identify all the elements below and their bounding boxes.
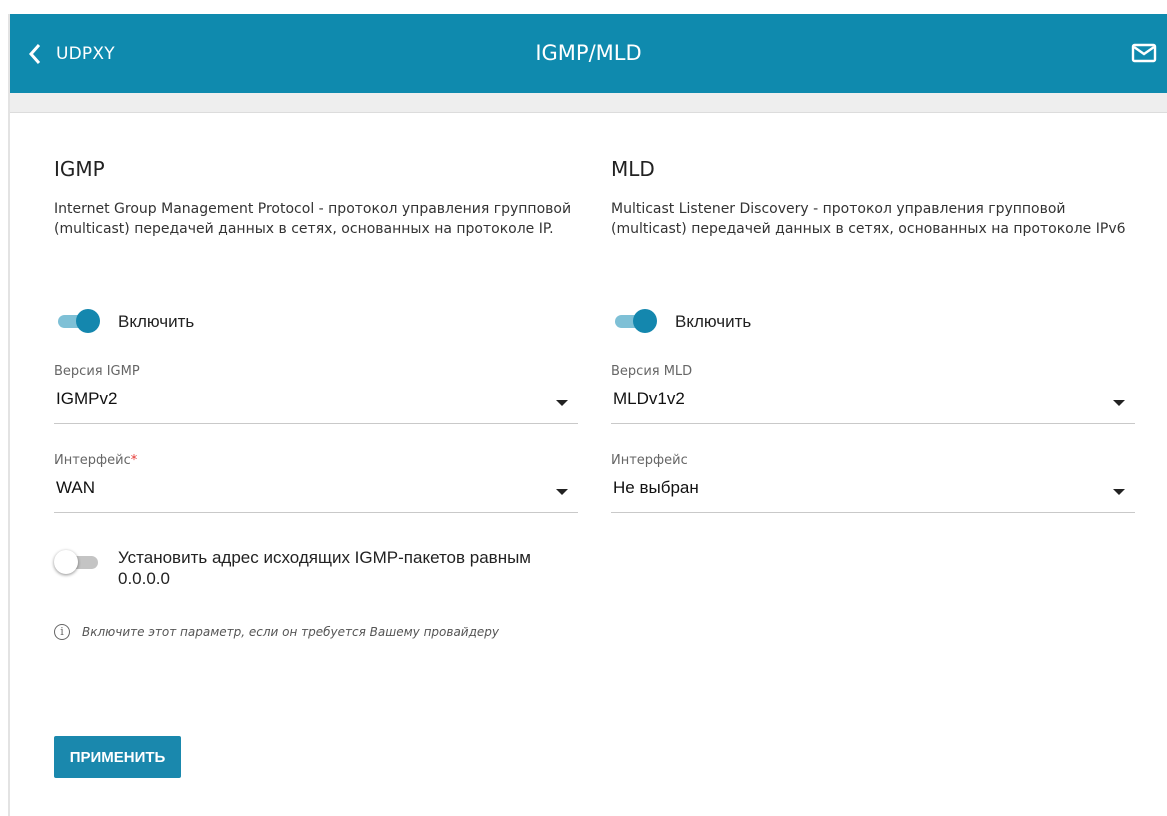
apply-button[interactable]: ПРИМЕНИТЬ	[54, 736, 181, 778]
mld-enable-label: Включить	[675, 311, 752, 331]
igmp-version-select[interactable]: IGMPv2	[54, 386, 578, 424]
required-marker: *	[130, 453, 138, 468]
switch-knob	[54, 550, 78, 574]
caret-down-icon	[1113, 400, 1125, 406]
igmp-description: Internet Group Management Protocol - про…	[54, 201, 572, 237]
page-border	[8, 14, 10, 816]
header-bar: UDPXY IGMP/MLD	[10, 14, 1167, 93]
switch-knob	[76, 309, 100, 333]
igmp-interface-label: Интерфейс*	[54, 453, 578, 468]
caret-down-icon	[556, 400, 568, 406]
igmp-interface-label-text: Интерфейс	[54, 453, 131, 468]
mld-title: MLD	[611, 157, 655, 181]
mld-enable-switch[interactable]	[611, 308, 659, 334]
igmp-version-value: IGMPv2	[56, 389, 118, 408]
hint-text: Включите этот параметр, если он требуетс…	[82, 625, 499, 639]
mld-version-select[interactable]: MLDv1v2	[611, 386, 1135, 424]
mld-interface-label: Интерфейс	[611, 453, 688, 468]
igmp-enable-toggle[interactable]: Включить	[54, 308, 194, 334]
igmp-version-label: Версия IGMP	[54, 364, 140, 379]
igmp-interface-field: Интерфейс* WAN	[54, 453, 578, 513]
content-top-band	[10, 93, 1167, 113]
mld-interface-value: Не выбран	[613, 478, 699, 497]
igmp-zero-address-label: Установить адрес исходящих IGMP-пакетов …	[118, 548, 531, 588]
mld-interface-select[interactable]: Не выбран	[611, 475, 1135, 513]
mld-interface-field: Интерфейс Не выбран	[611, 453, 1135, 513]
mld-enable-toggle[interactable]: Включить	[611, 308, 751, 334]
mail-icon[interactable]	[1131, 42, 1157, 64]
igmp-zero-address-hint: i Включите этот параметр, если он требуе…	[54, 624, 499, 640]
mld-version-label: Версия MLD	[611, 364, 693, 379]
caret-down-icon	[556, 489, 568, 495]
mld-version-field: Версия MLD MLDv1v2	[611, 364, 1135, 424]
igmp-zero-address-switch[interactable]	[54, 549, 102, 575]
igmp-enable-label: Включить	[118, 311, 195, 331]
igmp-title: IGMP	[54, 157, 105, 181]
switch-knob	[633, 309, 657, 333]
igmp-version-field: Версия IGMP IGMPv2	[54, 364, 578, 424]
page-title: IGMP/MLD	[535, 41, 642, 65]
caret-down-icon	[1113, 489, 1125, 495]
info-icon: i	[54, 624, 70, 640]
mld-version-value: MLDv1v2	[613, 389, 685, 408]
igmp-interface-select[interactable]: WAN	[54, 475, 578, 513]
mld-description: Multicast Listener Discovery - протокол …	[611, 201, 1126, 237]
igmp-interface-value: WAN	[56, 478, 96, 497]
igmp-enable-switch[interactable]	[54, 308, 102, 334]
igmp-zero-address-toggle[interactable]: Установить адрес исходящих IGMP-пакетов …	[54, 547, 538, 589]
